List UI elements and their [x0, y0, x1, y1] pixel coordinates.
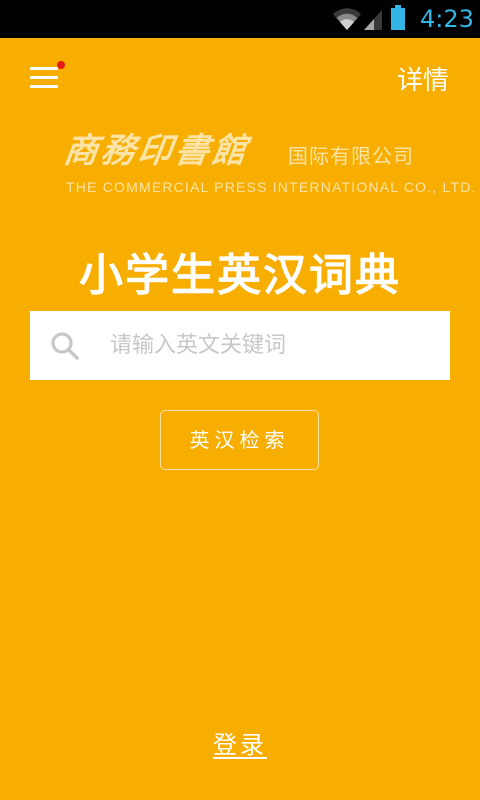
- app-title: 小学生英汉词典: [79, 250, 401, 301]
- logo-company-name-cn: 国际有限公司: [288, 144, 414, 168]
- logo-company-name-en: THE COMMERCIAL PRESS INTERNATIONAL CO., …: [66, 179, 477, 195]
- hamburger-menu-icon: [30, 67, 58, 70]
- search-icon[interactable]: [50, 331, 80, 361]
- login-link[interactable]: 登录: [213, 731, 267, 759]
- menu-button[interactable]: [28, 60, 66, 94]
- logo-calligraphy: 商務印書館: [61, 131, 252, 171]
- search-box: [30, 311, 450, 380]
- details-link[interactable]: 详情: [397, 64, 449, 98]
- hamburger-menu-icon-bar: [30, 85, 58, 88]
- english-chinese-search-button[interactable]: 英汉检索: [160, 410, 319, 470]
- wifi-icon: [333, 8, 361, 30]
- search-input[interactable]: [110, 325, 430, 365]
- battery-icon: [391, 5, 405, 30]
- status-bar: 4:23: [0, 0, 480, 38]
- login-container: 登录: [0, 728, 480, 762]
- hamburger-menu-icon-bar: [30, 76, 58, 79]
- signal-icon: [364, 10, 382, 30]
- notification-dot: [57, 61, 65, 69]
- status-clock: 4:23: [420, 5, 474, 33]
- publisher-logo: 商務印書館 国际有限公司 THE COMMERCIAL PRESS INTERN…: [61, 130, 475, 200]
